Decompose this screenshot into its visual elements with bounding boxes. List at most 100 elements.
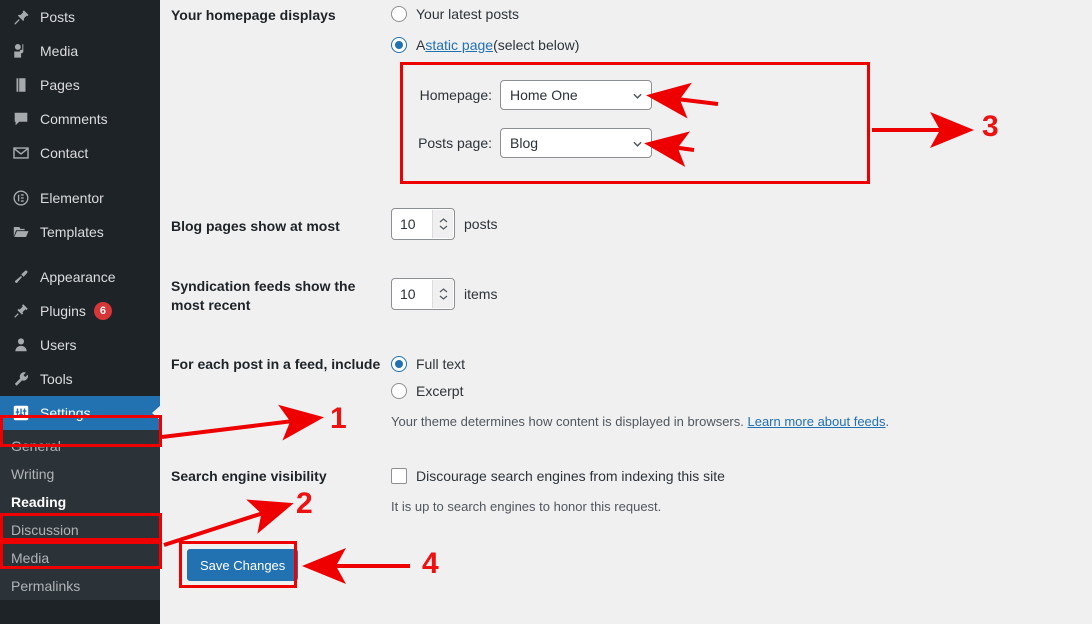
sidebar-item-label: Plugins [40, 303, 86, 319]
sidebar-item-label: Users [40, 337, 77, 353]
sidebar-subitem-permalinks[interactable]: Permalinks [0, 572, 160, 600]
user-icon [11, 335, 31, 355]
chevron-down-icon [633, 92, 642, 101]
sidebar-subitem-writing[interactable]: Writing [0, 460, 160, 488]
radio-circle [391, 383, 407, 399]
checkbox-box [391, 468, 407, 484]
sidebar-separator [0, 249, 160, 260]
radio-static-page[interactable]: A static page (select below) [391, 37, 579, 53]
blog-pages-input[interactable]: 10 [391, 208, 455, 240]
folder-icon [11, 222, 31, 242]
blog-pages-unit: posts [464, 216, 497, 232]
discourage-search-engines-checkbox[interactable]: Discourage search engines from indexing … [391, 468, 725, 484]
stepper-up-icon [439, 218, 448, 223]
syndication-field: 10 items [391, 278, 497, 310]
syndication-unit: items [464, 286, 497, 302]
feed-include-label: For each post in a feed, include [171, 355, 401, 374]
homepage-select-value: Home One [510, 87, 578, 103]
sidebar-item-settings[interactable]: Settings [0, 396, 160, 430]
stepper-up-icon [439, 288, 448, 293]
sidebar-item-appearance[interactable]: Appearance [0, 260, 160, 294]
sidebar-item-contact[interactable]: Contact [0, 136, 160, 170]
sidebar-item-posts[interactable]: Posts [0, 0, 160, 34]
sidebar-item-users[interactable]: Users [0, 328, 160, 362]
radio-label: Excerpt [416, 383, 463, 399]
radio-latest-posts[interactable]: Your latest posts [391, 6, 519, 22]
sidebar-item-label: Pages [40, 77, 80, 93]
static-page-link[interactable]: static page [425, 37, 493, 53]
sidebar-item-label: Appearance [40, 269, 116, 285]
settings-icon [11, 403, 31, 423]
sidebar-item-label: Templates [40, 224, 104, 240]
sidebar-item-plugins[interactable]: Plugins 6 [0, 294, 160, 328]
radio-circle [391, 356, 407, 372]
elementor-icon [11, 188, 31, 208]
chevron-down-icon [633, 140, 642, 149]
sidebar-item-label: Settings [40, 405, 91, 421]
plug-icon [11, 301, 31, 321]
sidebar-item-label: Posts [40, 9, 75, 25]
sidebar-subitem-general[interactable]: General [0, 432, 160, 460]
blog-pages-label: Blog pages show at most [171, 217, 381, 236]
radio-full-text[interactable]: Full text [391, 356, 465, 372]
sidebar-item-label: Comments [40, 111, 108, 127]
sidebar-subitem-reading[interactable]: Reading [0, 488, 160, 516]
submenu-label: Writing [11, 466, 54, 482]
sidebar-item-label: Elementor [40, 190, 104, 206]
submenu-label: Permalinks [11, 578, 80, 594]
sidebar-item-label: Tools [40, 371, 73, 387]
homepage-select[interactable]: Home One [500, 80, 652, 110]
sidebar-item-label: Contact [40, 145, 88, 161]
stepper-down-icon [439, 295, 448, 300]
sidebar-item-pages[interactable]: Pages [0, 68, 160, 102]
submenu-label: General [11, 438, 61, 454]
sidebar-item-tools[interactable]: Tools [0, 362, 160, 396]
envelope-icon [11, 143, 31, 163]
radio-excerpt[interactable]: Excerpt [391, 383, 463, 399]
sidebar-item-comments[interactable]: Comments [0, 102, 160, 136]
save-changes-button[interactable]: Save Changes [187, 549, 298, 581]
media-icon [11, 41, 31, 61]
posts-page-select[interactable]: Blog [500, 128, 652, 158]
radio-label: Full text [416, 356, 465, 372]
radio-circle [391, 6, 407, 22]
admin-sidebar: Posts Media Pages [0, 0, 160, 624]
reading-settings-form: Your homepage displays Your latest posts… [160, 0, 1092, 624]
search-visibility-label: Search engine visibility [171, 467, 381, 486]
posts-page-select-row: Posts page: Blog [400, 128, 652, 158]
blog-pages-value: 10 [400, 216, 416, 232]
syndication-input[interactable]: 10 [391, 278, 455, 310]
submenu-label: Media [11, 550, 49, 566]
radio-circle [391, 37, 407, 53]
blog-pages-stepper[interactable] [432, 210, 453, 238]
wrench-icon [11, 369, 31, 389]
posts-page-select-value: Blog [510, 135, 538, 151]
syndication-stepper[interactable] [432, 280, 453, 308]
sidebar-item-templates[interactable]: Templates [0, 215, 160, 249]
sidebar-item-label: Media [40, 43, 78, 59]
sidebar-item-media[interactable]: Media [0, 34, 160, 68]
checkbox-label: Discourage search engines from indexing … [416, 468, 725, 484]
sidebar-subitem-discussion[interactable]: Discussion [0, 516, 160, 544]
radio-label-prefix: A [416, 37, 425, 53]
syndication-label: Syndication feeds show the most recent [171, 277, 381, 315]
blog-pages-field: 10 posts [391, 208, 497, 240]
sidebar-item-elementor[interactable]: Elementor [0, 181, 160, 215]
homepage-select-row: Homepage: Home One [400, 80, 652, 110]
radio-label: Your latest posts [416, 6, 519, 22]
feed-hint-tail: . [886, 414, 890, 429]
search-visibility-hint: It is up to search engines to honor this… [391, 499, 661, 514]
settings-submenu: General Writing Reading Discussion Media… [0, 430, 160, 600]
comment-icon [11, 109, 31, 129]
posts-page-select-label: Posts page: [400, 135, 492, 151]
feed-hint: Your theme determines how content is dis… [391, 414, 889, 429]
radio-label-suffix: (select below) [493, 37, 579, 53]
wordpress-admin-screen: Posts Media Pages [0, 0, 1092, 624]
pin-icon [11, 7, 31, 27]
homepage-select-label: Homepage: [400, 87, 492, 103]
sidebar-separator [0, 170, 160, 181]
brush-icon [11, 267, 31, 287]
syndication-value: 10 [400, 286, 416, 302]
learn-more-feeds-link[interactable]: Learn more about feeds [747, 414, 885, 429]
sidebar-subitem-media[interactable]: Media [0, 544, 160, 572]
